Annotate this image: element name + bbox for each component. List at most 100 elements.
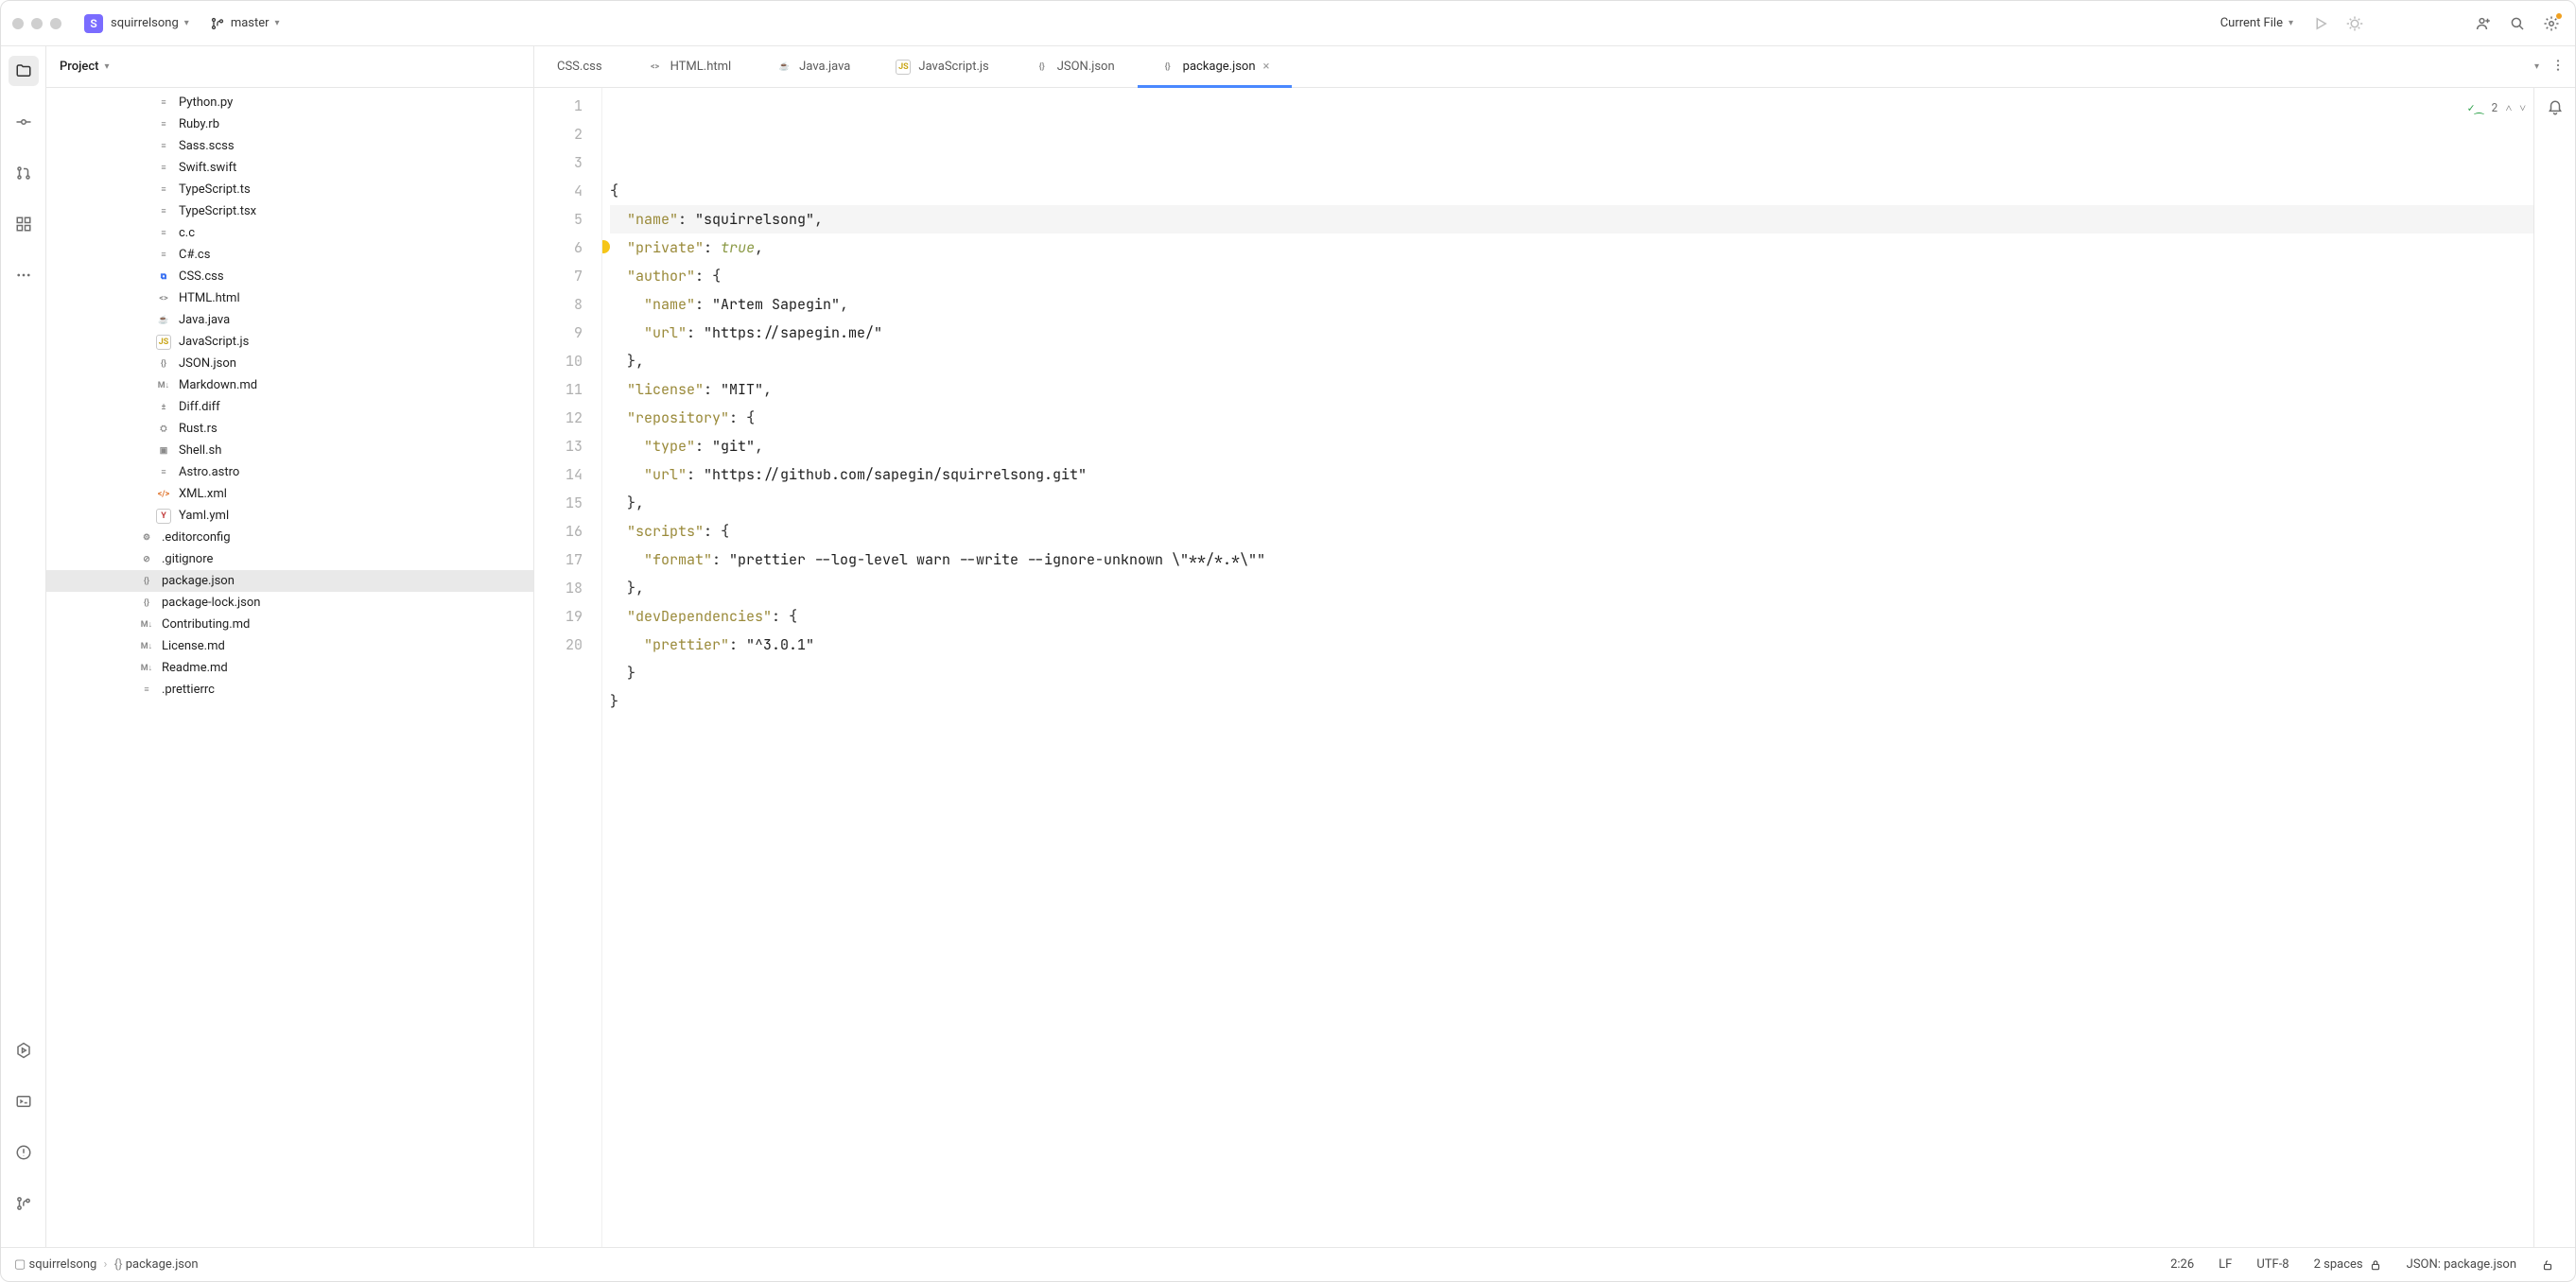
line-number[interactable]: 10: [534, 347, 583, 375]
vcs-tool-button[interactable]: [9, 1188, 39, 1219]
code-line[interactable]: },: [610, 489, 2533, 517]
tree-item[interactable]: <>HTML.html: [46, 287, 533, 309]
code-line[interactable]: },: [610, 347, 2533, 375]
search-everywhere-button[interactable]: [2505, 11, 2530, 36]
code-with-me-button[interactable]: [2471, 11, 2496, 36]
terminal-tool-button[interactable]: [9, 1086, 39, 1117]
tab-list-dropdown[interactable]: ▾: [2534, 61, 2539, 72]
code-line[interactable]: "type": "git",: [610, 432, 2533, 460]
tree-item[interactable]: ▣Shell.sh: [46, 440, 533, 461]
tree-item[interactable]: ≡C#.cs: [46, 244, 533, 266]
line-number[interactable]: 12: [534, 404, 583, 432]
code-line[interactable]: "name": "Artem Sapegin",: [610, 290, 2533, 319]
line-number[interactable]: 7: [534, 262, 583, 290]
tree-item[interactable]: ≡.prettierrc: [46, 679, 533, 701]
line-number[interactable]: 15: [534, 489, 583, 517]
code-line[interactable]: "prettier": "^3.0.1": [610, 631, 2533, 659]
tree-item[interactable]: YYaml.yml: [46, 505, 533, 527]
line-number[interactable]: 8: [534, 290, 583, 319]
readonly-toggle[interactable]: [2533, 1258, 2562, 1272]
code-line[interactable]: "url": "https://sapegin.me/": [610, 319, 2533, 347]
tree-item[interactable]: ≡Python.py: [46, 92, 533, 113]
line-number[interactable]: 1: [534, 92, 583, 120]
line-number[interactable]: 19: [534, 602, 583, 631]
line-number[interactable]: 20: [534, 631, 583, 659]
code-line[interactable]: "license": "MIT",: [610, 375, 2533, 404]
close-window-icon[interactable]: [12, 18, 24, 29]
line-number[interactable]: 5: [534, 205, 583, 234]
line-number[interactable]: 14: [534, 460, 583, 489]
line-number[interactable]: 11: [534, 375, 583, 404]
code-line[interactable]: {: [610, 177, 2533, 205]
editor-tab[interactable]: CSS.css: [534, 46, 625, 87]
language-schema[interactable]: JSON: package.json: [2399, 1257, 2524, 1272]
line-number[interactable]: 4: [534, 177, 583, 205]
cursor-position[interactable]: 2:26: [2163, 1257, 2202, 1272]
code-line[interactable]: "author": {: [610, 262, 2533, 290]
tree-item[interactable]: ⚙.editorconfig: [46, 527, 533, 548]
code-line[interactable]: "private": true,: [610, 234, 2533, 262]
project-sidebar-header[interactable]: Project ▾: [46, 46, 533, 88]
tree-item[interactable]: M↓Readme.md: [46, 657, 533, 679]
intention-bulb-icon[interactable]: [602, 240, 610, 253]
notifications-button[interactable]: [2547, 99, 2564, 120]
debug-button[interactable]: [2342, 11, 2367, 36]
tree-item[interactable]: M↓Contributing.md: [46, 614, 533, 635]
pull-requests-tool-button[interactable]: [9, 158, 39, 188]
line-number[interactable]: 2: [534, 120, 583, 148]
settings-button[interactable]: [2539, 11, 2564, 36]
line-number[interactable]: 16: [534, 517, 583, 546]
tree-item[interactable]: {}JSON.json: [46, 353, 533, 374]
editor-tab[interactable]: {}JSON.json: [1012, 46, 1138, 87]
tree-item[interactable]: ≡TypeScript.ts: [46, 179, 533, 200]
indent-settings[interactable]: 2 spaces: [2306, 1257, 2390, 1272]
code-line[interactable]: "format": "prettier --log-level warn --w…: [610, 546, 2533, 574]
tree-item[interactable]: </>XML.xml: [46, 483, 533, 505]
tab-more-button[interactable]: [2550, 58, 2566, 77]
editor-tab[interactable]: JSJavaScript.js: [873, 46, 1011, 87]
project-selector[interactable]: S squirrelsong ▾: [78, 10, 195, 37]
line-number[interactable]: 13: [534, 432, 583, 460]
line-number[interactable]: 17: [534, 546, 583, 574]
code-line[interactable]: "url": "https://github.com/sapegin/squir…: [610, 460, 2533, 489]
next-highlight[interactable]: ˅: [2519, 94, 2526, 122]
breadcrumb[interactable]: ▢ squirrelsong › {} package.json: [14, 1257, 199, 1272]
line-number[interactable]: 6: [534, 234, 583, 262]
inspection-widget[interactable]: ✓⁔ 2 ˄ ˅: [2467, 94, 2526, 122]
tree-item[interactable]: ☕Java.java: [46, 309, 533, 331]
line-separator[interactable]: LF: [2211, 1257, 2239, 1272]
tree-item[interactable]: ≡Swift.swift: [46, 157, 533, 179]
commit-tool-button[interactable]: [9, 107, 39, 137]
code-line[interactable]: "scripts": {: [610, 517, 2533, 546]
tree-item[interactable]: ⧉CSS.css: [46, 266, 533, 287]
code-line[interactable]: "devDependencies": {: [610, 602, 2533, 631]
code-line[interactable]: }: [610, 687, 2533, 716]
tree-item[interactable]: {}package-lock.json: [46, 592, 533, 614]
code-line[interactable]: },: [610, 574, 2533, 602]
editor-tab[interactable]: {}package.json×: [1138, 46, 1293, 87]
run-button[interactable]: [2308, 11, 2333, 36]
tree-item[interactable]: M↓Markdown.md: [46, 374, 533, 396]
tree-item[interactable]: ≡TypeScript.tsx: [46, 200, 533, 222]
code-line[interactable]: "name": "squirrelsong",: [610, 205, 2533, 234]
run-config-selector[interactable]: Current File ▾: [2215, 12, 2299, 34]
tree-item[interactable]: M↓License.md: [46, 635, 533, 657]
tree-item[interactable]: ≡c.c: [46, 222, 533, 244]
minimize-window-icon[interactable]: [31, 18, 43, 29]
run-tool-button[interactable]: [9, 1035, 39, 1065]
tree-item[interactable]: JSJavaScript.js: [46, 331, 533, 353]
line-number[interactable]: 9: [534, 319, 583, 347]
code-line[interactable]: "repository": {: [610, 404, 2533, 432]
line-number[interactable]: 3: [534, 148, 583, 177]
structure-tool-button[interactable]: [9, 209, 39, 239]
tree-item[interactable]: ±Diff.diff: [46, 396, 533, 418]
tree-item[interactable]: ≡Ruby.rb: [46, 113, 533, 135]
project-tree[interactable]: ≡Python.py≡Ruby.rb≡Sass.scss≡Swift.swift…: [46, 88, 533, 1247]
maximize-window-icon[interactable]: [50, 18, 61, 29]
tree-item[interactable]: ⛭Rust.rs: [46, 418, 533, 440]
editor-tab[interactable]: ☕Java.java: [754, 46, 873, 87]
vcs-branch-selector[interactable]: master ▾: [204, 12, 286, 35]
line-number[interactable]: 18: [534, 574, 583, 602]
tree-item[interactable]: {}package.json: [46, 570, 533, 592]
tree-item[interactable]: ≡Astro.astro: [46, 461, 533, 483]
